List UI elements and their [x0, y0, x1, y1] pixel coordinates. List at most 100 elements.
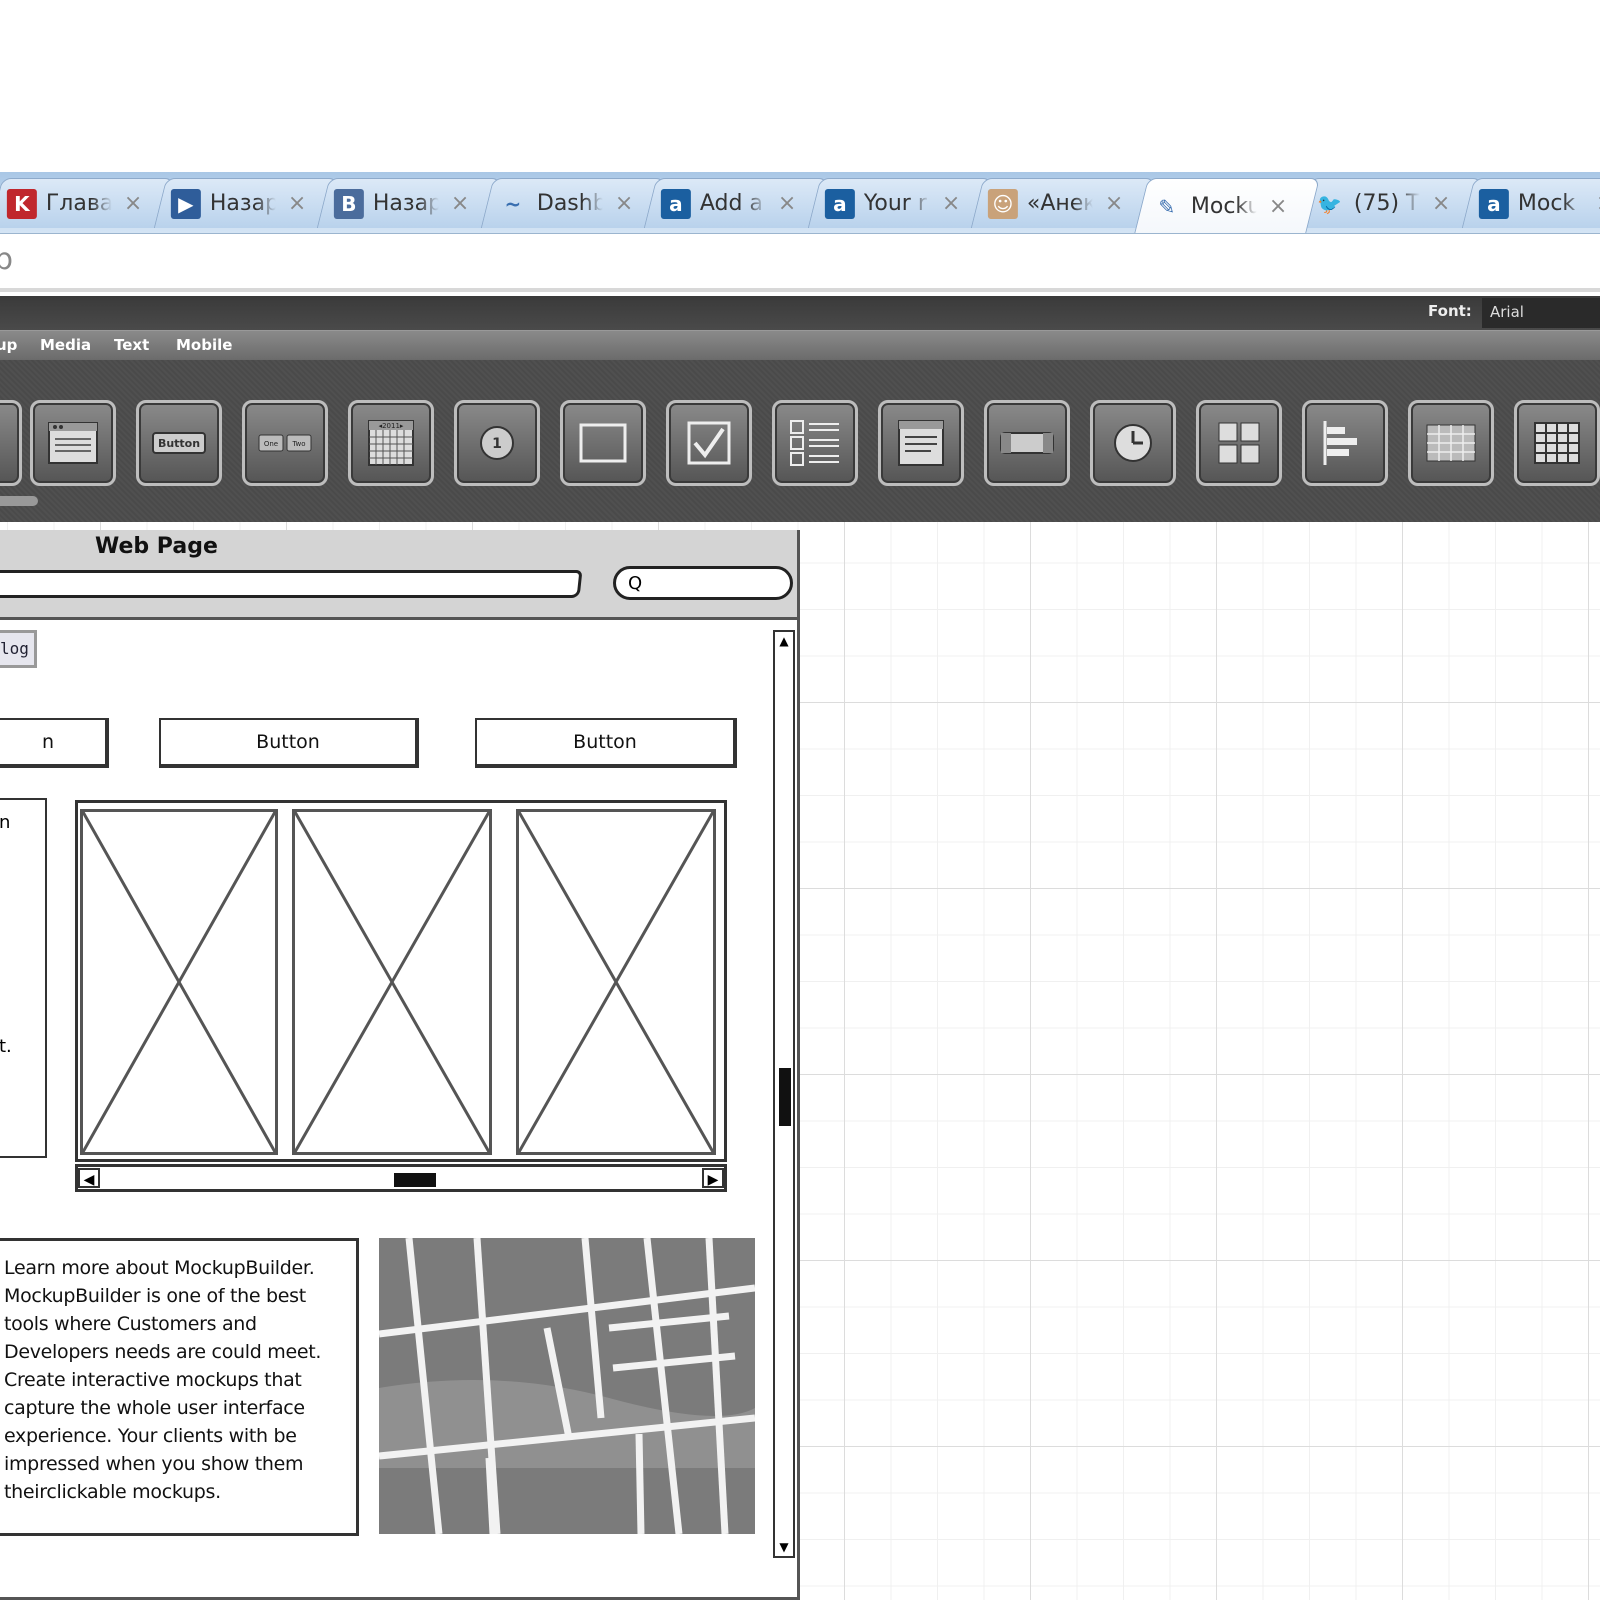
map-placeholder: [379, 1238, 755, 1534]
text-line: theirclickable mockups.: [4, 1481, 221, 1503]
carousel-scroll-thumb[interactable]: [394, 1173, 436, 1187]
address-text[interactable]: p: [0, 242, 13, 277]
image-placeholder: [516, 809, 716, 1155]
browser-tab-title: Назар: [209, 191, 276, 216]
browser-tab[interactable]: ☺ «Анек ×: [970, 178, 1156, 228]
palette-calendar-icon[interactable]: ◂2011▸: [348, 400, 434, 486]
close-icon[interactable]: ×: [451, 191, 469, 216]
font-label: Font:: [1428, 302, 1472, 320]
palette-datagrid-icon[interactable]: [1514, 400, 1600, 486]
k-site-icon: K: [6, 188, 37, 219]
text-line: Developers needs are could meet.: [4, 1341, 322, 1363]
address-bar[interactable]: p: [0, 234, 1600, 292]
palette-partial-icon[interactable]: [0, 400, 22, 486]
browser-tab[interactable]: ✎ Mocku ×: [1134, 178, 1320, 233]
browser-tab-title: Глава: [45, 191, 112, 216]
side-box-char: t.: [0, 1036, 12, 1057]
scroll-up-icon[interactable]: ▲: [776, 632, 792, 650]
browser-tab[interactable]: ▶ Назар ×: [153, 178, 339, 228]
close-icon[interactable]: ×: [1432, 191, 1450, 216]
font-select[interactable]: Arial: [1482, 298, 1600, 328]
text-line: tools where Customers and: [4, 1313, 257, 1335]
palette-table-icon[interactable]: [1408, 400, 1494, 486]
menu-item-up[interactable]: up: [0, 336, 17, 354]
image-placeholder: [292, 809, 492, 1155]
browser-tab-content: 🐦 (75) T ×: [1305, 179, 1475, 228]
vk-icon: B: [333, 188, 364, 219]
palette-clock-icon[interactable]: [1090, 400, 1176, 486]
browser-tab-title: Dashb: [536, 191, 603, 216]
mockup-text-paragraph: Learn more about MockupBuilder. MockupBu…: [0, 1238, 359, 1536]
browser-tab-title: Назар: [372, 191, 439, 216]
close-icon[interactable]: ×: [1596, 191, 1600, 216]
menu-item-mobile[interactable]: Mobile: [176, 336, 232, 354]
text-line: MockupBuilder is one of the best: [4, 1285, 306, 1307]
browser-tab-title: «Анек: [1026, 191, 1093, 216]
menu-item-text[interactable]: Text: [114, 336, 149, 354]
carousel-scrollbar[interactable]: ◀ ▶: [75, 1164, 727, 1192]
browser-tab[interactable]: a Mock ×: [1461, 178, 1600, 228]
a-site-icon: a: [1478, 188, 1509, 219]
palette-rectangle-icon[interactable]: [560, 400, 646, 486]
mockup-page-title: Web Page: [95, 534, 218, 559]
close-icon[interactable]: ×: [1269, 194, 1287, 219]
scroll-left-icon[interactable]: ◀: [78, 1168, 100, 1188]
text-line: capture the whole user interface: [4, 1397, 305, 1419]
browser-tab-content: a Add a ×: [651, 179, 821, 228]
palette-number-icon[interactable]: 1: [454, 400, 540, 486]
browser-tab[interactable]: K Глава ×: [0, 178, 175, 228]
browser-tab-title: Your r: [863, 191, 927, 216]
palette-tab-one: One: [264, 440, 278, 448]
a-site-icon: a: [660, 188, 691, 219]
mockup-button-1[interactable]: n: [0, 718, 109, 768]
web-page-mockup[interactable]: Web Page Q log n Button Button n t. ◀ ▶ …: [0, 530, 800, 1600]
palette-window-icon[interactable]: [30, 400, 116, 486]
text-line: Create interactive mockups that: [4, 1369, 302, 1391]
browser-tab[interactable]: a Add a ×: [643, 178, 829, 228]
palette-tabs-icon[interactable]: One Two: [242, 400, 328, 486]
app-header: Font: Arial: [0, 296, 1600, 330]
palette-button-label: Button: [158, 437, 200, 450]
browser-tab-content: B Назар ×: [324, 179, 494, 228]
menu-item-media[interactable]: Media: [40, 336, 91, 354]
palette-button-icon[interactable]: Button: [136, 400, 222, 486]
mockup-button-2[interactable]: Button: [159, 718, 419, 768]
vertical-scroll-thumb[interactable]: [779, 1068, 791, 1126]
close-icon[interactable]: ×: [288, 191, 306, 216]
browser-tab-title: Mock: [1517, 191, 1576, 216]
palette-checklist-icon[interactable]: [772, 400, 858, 486]
palette-scroll-thumb[interactable]: [0, 496, 38, 506]
mockup-url-field[interactable]: [0, 570, 583, 598]
pencil-icon: ✎: [1158, 194, 1176, 219]
face-icon: ☺: [987, 188, 1018, 219]
close-icon[interactable]: ×: [124, 191, 142, 216]
palette-grid-icon[interactable]: [1196, 400, 1282, 486]
palette-bar-chart-icon[interactable]: [1302, 400, 1388, 486]
browser-tab-title: Mocku: [1190, 194, 1257, 219]
scroll-down-icon[interactable]: ▼: [776, 1538, 792, 1556]
scroll-right-icon[interactable]: ▶: [702, 1168, 724, 1188]
browser-tab-content: a Your r ×: [815, 179, 985, 228]
browser-tab[interactable]: a Your r ×: [807, 178, 993, 228]
palette-form-icon[interactable]: [878, 400, 964, 486]
mockup-tab[interactable]: log: [0, 630, 37, 668]
palette-progress-icon[interactable]: [984, 400, 1070, 486]
mockup-side-box: n t.: [0, 798, 47, 1158]
mockup-vertical-scrollbar[interactable]: ▲ ▼: [773, 630, 795, 1558]
close-icon[interactable]: ×: [615, 191, 633, 216]
browser-tab-content: ✎ Mocku ×: [1142, 179, 1312, 233]
browser-tab[interactable]: B Назар ×: [316, 178, 502, 228]
browser-tab-content: ☺ «Анек ×: [978, 179, 1148, 228]
mockup-button-3[interactable]: Button: [475, 718, 737, 768]
browser-tab[interactable]: ~ Dashb ×: [480, 178, 666, 228]
browser-tab[interactable]: 🐦 (75) T ×: [1297, 178, 1483, 228]
mockup-search-field[interactable]: Q: [613, 566, 793, 600]
a-site-icon: a: [824, 188, 855, 219]
close-icon[interactable]: ×: [1105, 191, 1123, 216]
browser-tab-strip: K Глава × ▶ Назар × B Назар × ~ Dashb × a Add a × a Your…: [0, 172, 1600, 234]
close-icon[interactable]: ×: [778, 191, 796, 216]
close-icon[interactable]: ×: [942, 191, 960, 216]
mockup-browser-header: Web Page Q: [0, 530, 797, 620]
component-palette: Button One Two ◂2011▸ 1: [0, 360, 1600, 522]
palette-checkbox-icon[interactable]: [666, 400, 752, 486]
